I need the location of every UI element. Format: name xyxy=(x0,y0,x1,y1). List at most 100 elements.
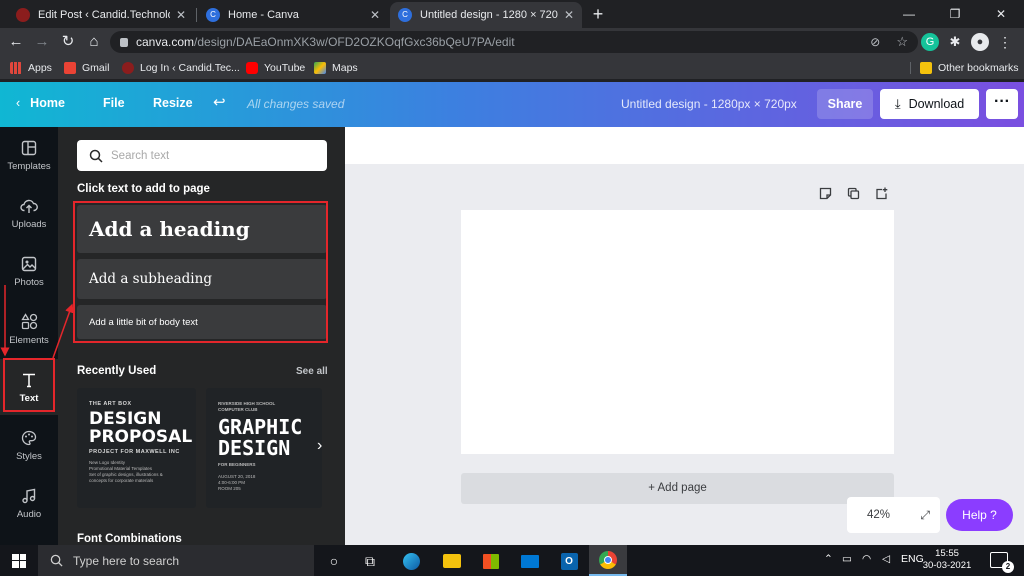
address-bar[interactable]: canva.com/design/DAEaOnmXK3w/OFD2OZKOqfG… xyxy=(110,31,918,53)
home-label: Home xyxy=(30,96,65,110)
bookmark-star-icon[interactable]: ☆ xyxy=(896,34,908,50)
chevron-right-icon[interactable]: › xyxy=(317,437,322,455)
text-tab-highlight-box xyxy=(3,358,55,412)
youtube-icon xyxy=(246,62,258,74)
bookmark-apps[interactable]: Apps xyxy=(10,60,52,76)
file-explorer-icon[interactable] xyxy=(440,550,464,572)
bookmark-gmail[interactable]: Gmail xyxy=(64,60,109,76)
chrome-menu-icon[interactable]: ⋮ xyxy=(996,33,1014,51)
maps-icon xyxy=(314,62,326,74)
notification-center-icon[interactable]: 2 xyxy=(990,552,1014,573)
windows-start-icon[interactable] xyxy=(0,545,38,576)
new-tab-plus-icon[interactable]: + xyxy=(588,4,608,24)
close-icon[interactable]: ✕ xyxy=(176,8,186,22)
bookmark-maps[interactable]: Maps xyxy=(314,60,358,76)
design-page-canvas[interactable] xyxy=(461,210,894,454)
eye-slash-icon[interactable]: ⊘ xyxy=(870,35,880,49)
bookmark-login-candid[interactable]: Log In ‹ Candid.Tec... xyxy=(122,60,240,76)
add-page-plus-icon[interactable] xyxy=(873,187,889,203)
chrome-taskbar-icon[interactable] xyxy=(589,545,627,576)
see-all-link[interactable]: See all xyxy=(296,366,328,377)
rail-item-audio[interactable]: Audio xyxy=(0,475,58,531)
browser-tab-home-canva[interactable]: C Home - Canva ✕ xyxy=(198,2,388,28)
volume-speaker-icon[interactable]: ◁ xyxy=(882,553,890,565)
taskbar-search-placeholder: Type here to search xyxy=(73,553,180,568)
grammarly-extension-icon[interactable]: G xyxy=(921,33,939,51)
rail-item-styles[interactable]: Styles xyxy=(0,417,58,473)
extensions-puzzle-icon[interactable]: ✱ xyxy=(946,33,964,51)
design-title[interactable]: Untitled design - 1280px × 720px xyxy=(621,97,797,111)
search-icon xyxy=(89,149,103,163)
template-design-proposal[interactable]: THE ART BOX DESIGN PROPOSAL PROJECT FOR … xyxy=(77,388,196,508)
template-title-line: GRAPHIC xyxy=(218,415,303,440)
search-box[interactable] xyxy=(77,140,327,171)
language-indicator[interactable]: ENG xyxy=(901,553,924,565)
rail-label: Photos xyxy=(14,276,44,288)
rail-item-uploads[interactable]: Uploads xyxy=(0,185,58,241)
browser-tab-untitled-design[interactable]: C Untitled design - 1280 × 720px ✕ xyxy=(390,2,582,28)
rail-item-photos[interactable]: Photos xyxy=(0,243,58,299)
folder-icon xyxy=(920,62,932,74)
search-text-input[interactable] xyxy=(111,149,311,162)
template-subtitle: PROJECT FOR MAXWELL INC xyxy=(89,448,180,455)
side-rail: Templates Uploads Photos Elements Text S… xyxy=(0,127,58,545)
photo-icon xyxy=(20,255,38,273)
edge-browser-icon[interactable] xyxy=(399,550,423,572)
notification-count-badge: 2 xyxy=(1002,561,1014,573)
upload-cloud-icon xyxy=(20,197,38,215)
cortana-circle-icon[interactable]: ○ xyxy=(322,550,346,572)
undo-icon[interactable]: ↩ xyxy=(213,93,226,111)
template-graphic-design[interactable]: RIVERSIDE HIGH SCHOOL COMPUTER CLUB GRAP… xyxy=(206,388,322,508)
template-detail-line: concepts for corporate materials xyxy=(89,477,154,483)
rail-label: Elements xyxy=(9,334,49,346)
rail-item-elements[interactable]: Elements xyxy=(0,301,58,357)
show-hidden-icons-chevron-icon[interactable]: ⌃ xyxy=(824,553,833,565)
duplicate-page-icon[interactable] xyxy=(845,187,861,203)
bookmark-label: Log In ‹ Candid.Tec... xyxy=(140,62,240,74)
help-button[interactable]: Help ? xyxy=(946,499,1013,531)
task-view-icon[interactable]: ⧉ xyxy=(358,550,382,572)
add-page-button[interactable]: + Add page xyxy=(461,473,894,504)
bookmark-youtube[interactable]: YouTube xyxy=(246,60,305,76)
download-button[interactable]: ⤓ Download xyxy=(880,89,979,119)
system-clock[interactable]: 15:55 30-03-2021 xyxy=(922,548,972,572)
browser-tab-edit-post[interactable]: Edit Post ‹ Candid.Technology — ✕ xyxy=(8,2,194,28)
browser-toolbar: ← → ↻ ⌂ canva.com/design/DAEaOnmXK3w/OFD… xyxy=(0,28,1024,56)
recently-used-heading: Recently Used xyxy=(77,365,157,377)
close-icon[interactable]: ✕ xyxy=(564,8,574,22)
taskbar-search-box[interactable]: Type here to search xyxy=(38,545,314,576)
minimize-icon[interactable]: — xyxy=(886,0,932,28)
music-note-icon xyxy=(20,487,38,505)
close-icon[interactable]: ✕ xyxy=(370,8,380,22)
more-options-button[interactable]: ··· xyxy=(986,89,1018,119)
clock-time: 15:55 xyxy=(935,548,959,559)
zoom-control[interactable]: 42% ⤢ xyxy=(847,497,940,533)
restore-icon[interactable]: ❐ xyxy=(932,0,978,28)
back-arrow-icon[interactable]: ← xyxy=(6,32,26,52)
rail-item-templates[interactable]: Templates xyxy=(0,127,58,183)
rail-label: Uploads xyxy=(11,218,47,230)
file-menu[interactable]: File xyxy=(103,96,125,110)
candid-logo-icon xyxy=(122,62,134,74)
fullscreen-expand-icon[interactable]: ⤢ xyxy=(920,508,930,523)
download-arrow-icon: ⤓ xyxy=(894,96,901,111)
microsoft-store-icon[interactable] xyxy=(479,550,503,572)
share-button[interactable]: Share xyxy=(817,89,873,119)
page-notes-icon[interactable] xyxy=(817,187,833,203)
wifi-icon[interactable]: ◠ xyxy=(862,553,871,565)
outlook-icon[interactable]: O xyxy=(557,550,581,572)
battery-icon[interactable]: ▭ xyxy=(842,553,852,565)
bookmark-divider xyxy=(910,62,911,74)
home-link[interactable]: ‹ Home xyxy=(16,96,65,110)
resize-button[interactable]: Resize xyxy=(153,96,193,110)
bookmark-other[interactable]: Other bookmarks xyxy=(920,60,1019,76)
profile-avatar-icon[interactable]: ● xyxy=(971,33,989,51)
text-panel: Click text to add to page Add a heading … xyxy=(58,127,345,545)
home-house-icon[interactable]: ⌂ xyxy=(84,32,104,52)
editor-toolbar xyxy=(345,127,1024,164)
window-close-icon[interactable]: ✕ xyxy=(978,0,1024,28)
forward-arrow-icon[interactable]: → xyxy=(32,32,52,52)
save-status: All changes saved xyxy=(247,97,345,111)
mail-icon[interactable] xyxy=(518,550,542,572)
reload-icon[interactable]: ↻ xyxy=(58,32,78,52)
